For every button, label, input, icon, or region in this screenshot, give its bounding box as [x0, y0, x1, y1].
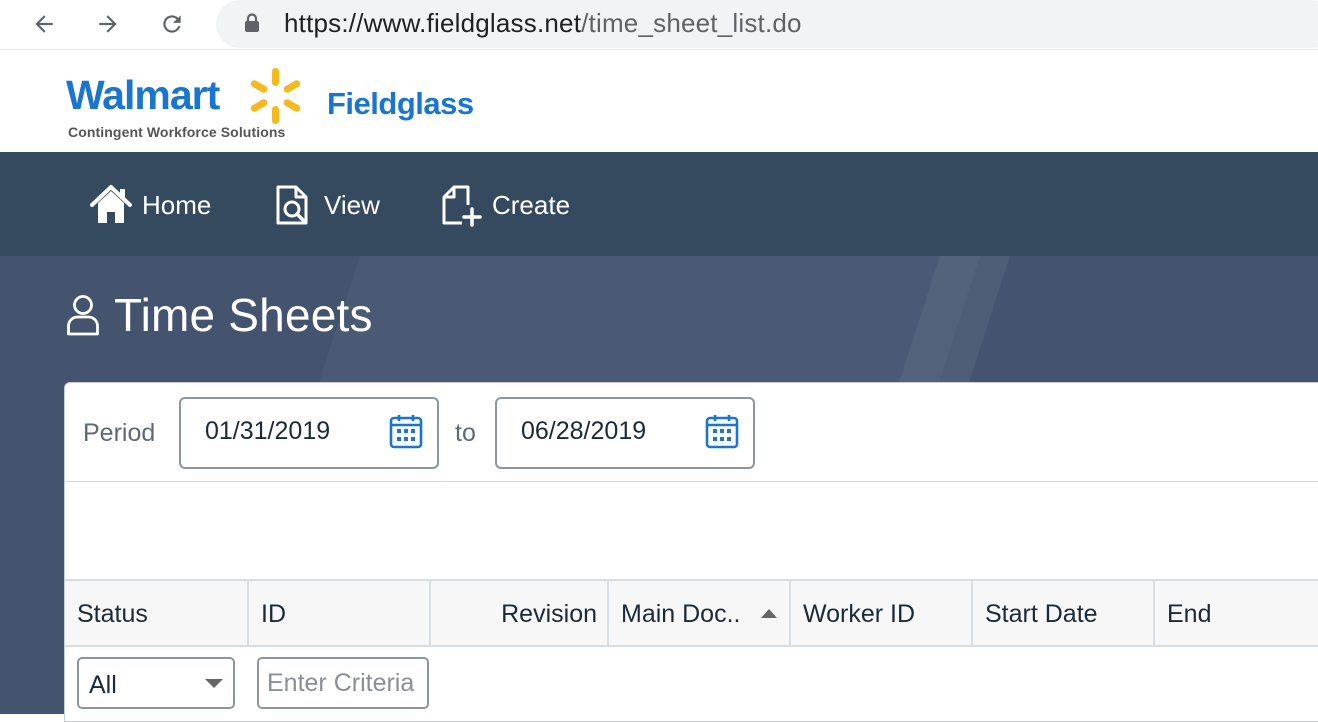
main-navbar: Home View Create	[0, 152, 1318, 256]
nav-view-label: View	[324, 189, 380, 220]
period-start-date-input[interactable]	[205, 417, 375, 446]
url-host: https://www.fieldglass.net	[284, 8, 582, 38]
calendar-icon[interactable]	[389, 413, 423, 449]
nav-home-label: Home	[142, 189, 212, 220]
page-title: Time Sheets	[114, 289, 373, 341]
nav-create[interactable]: Create	[438, 182, 570, 228]
nav-create-label: Create	[492, 189, 571, 220]
calendar-icon[interactable]	[705, 413, 739, 449]
nav-view[interactable]: View	[270, 182, 380, 228]
column-header-main-doc-label: Main Doc..	[621, 600, 741, 628]
column-header-start-date[interactable]: Start Date	[973, 581, 1155, 647]
view-document-icon	[276, 185, 308, 225]
column-header-revision[interactable]: Revision	[431, 581, 609, 647]
home-icon	[90, 185, 132, 223]
chevron-down-icon	[205, 679, 223, 688]
column-header-status[interactable]: Status	[65, 581, 249, 647]
period-end-date-field[interactable]	[495, 397, 755, 469]
walmart-spark-icon	[250, 68, 301, 124]
back-button[interactable]	[26, 6, 62, 42]
panel-divider	[65, 481, 1318, 482]
status-filter-select[interactable]: All	[77, 657, 235, 709]
url-text[interactable]: https://www.fieldglass.net/time_sheet_li…	[284, 8, 802, 38]
create-document-icon	[442, 185, 482, 227]
forward-arrow-icon	[99, 15, 117, 33]
nav-home[interactable]: Home	[88, 182, 211, 228]
fieldglass-logo-text[interactable]: Fieldglass	[327, 86, 474, 122]
brand-tagline: Contingent Workforce Solutions	[68, 124, 286, 140]
brand-header: Walmart Contingent Workforce Solutions F…	[0, 60, 1318, 152]
status-filter-value: All	[89, 671, 117, 699]
reload-button[interactable]	[154, 6, 190, 42]
sort-ascending-icon	[761, 609, 777, 618]
browser-toolbar: https://www.fieldglass.net/time_sheet_li…	[0, 0, 1318, 50]
table-header-row: Status ID Revision Main Doc.. Worker ID …	[65, 579, 1318, 647]
period-to-label: to	[455, 419, 476, 447]
period-label: Period	[83, 419, 156, 447]
time-sheets-panel: Period to Status	[64, 382, 1318, 722]
column-header-id[interactable]: ID	[249, 581, 431, 647]
column-header-worker-id[interactable]: Worker ID	[791, 581, 973, 647]
reload-icon	[163, 15, 181, 33]
forward-button[interactable]	[90, 6, 126, 42]
person-icon	[67, 295, 99, 336]
back-arrow-icon	[35, 15, 53, 33]
column-header-end-date[interactable]: End	[1155, 581, 1318, 647]
id-filter-input[interactable]	[257, 657, 429, 709]
period-end-date-input[interactable]	[521, 417, 691, 446]
walmart-logo-text[interactable]: Walmart	[66, 72, 220, 119]
page-title-area: Time Sheets	[66, 288, 373, 342]
lock-icon	[245, 13, 259, 32]
url-path: /time_sheet_list.do	[581, 8, 802, 38]
period-start-date-field[interactable]	[179, 397, 439, 469]
column-header-main-doc[interactable]: Main Doc..	[609, 581, 791, 647]
